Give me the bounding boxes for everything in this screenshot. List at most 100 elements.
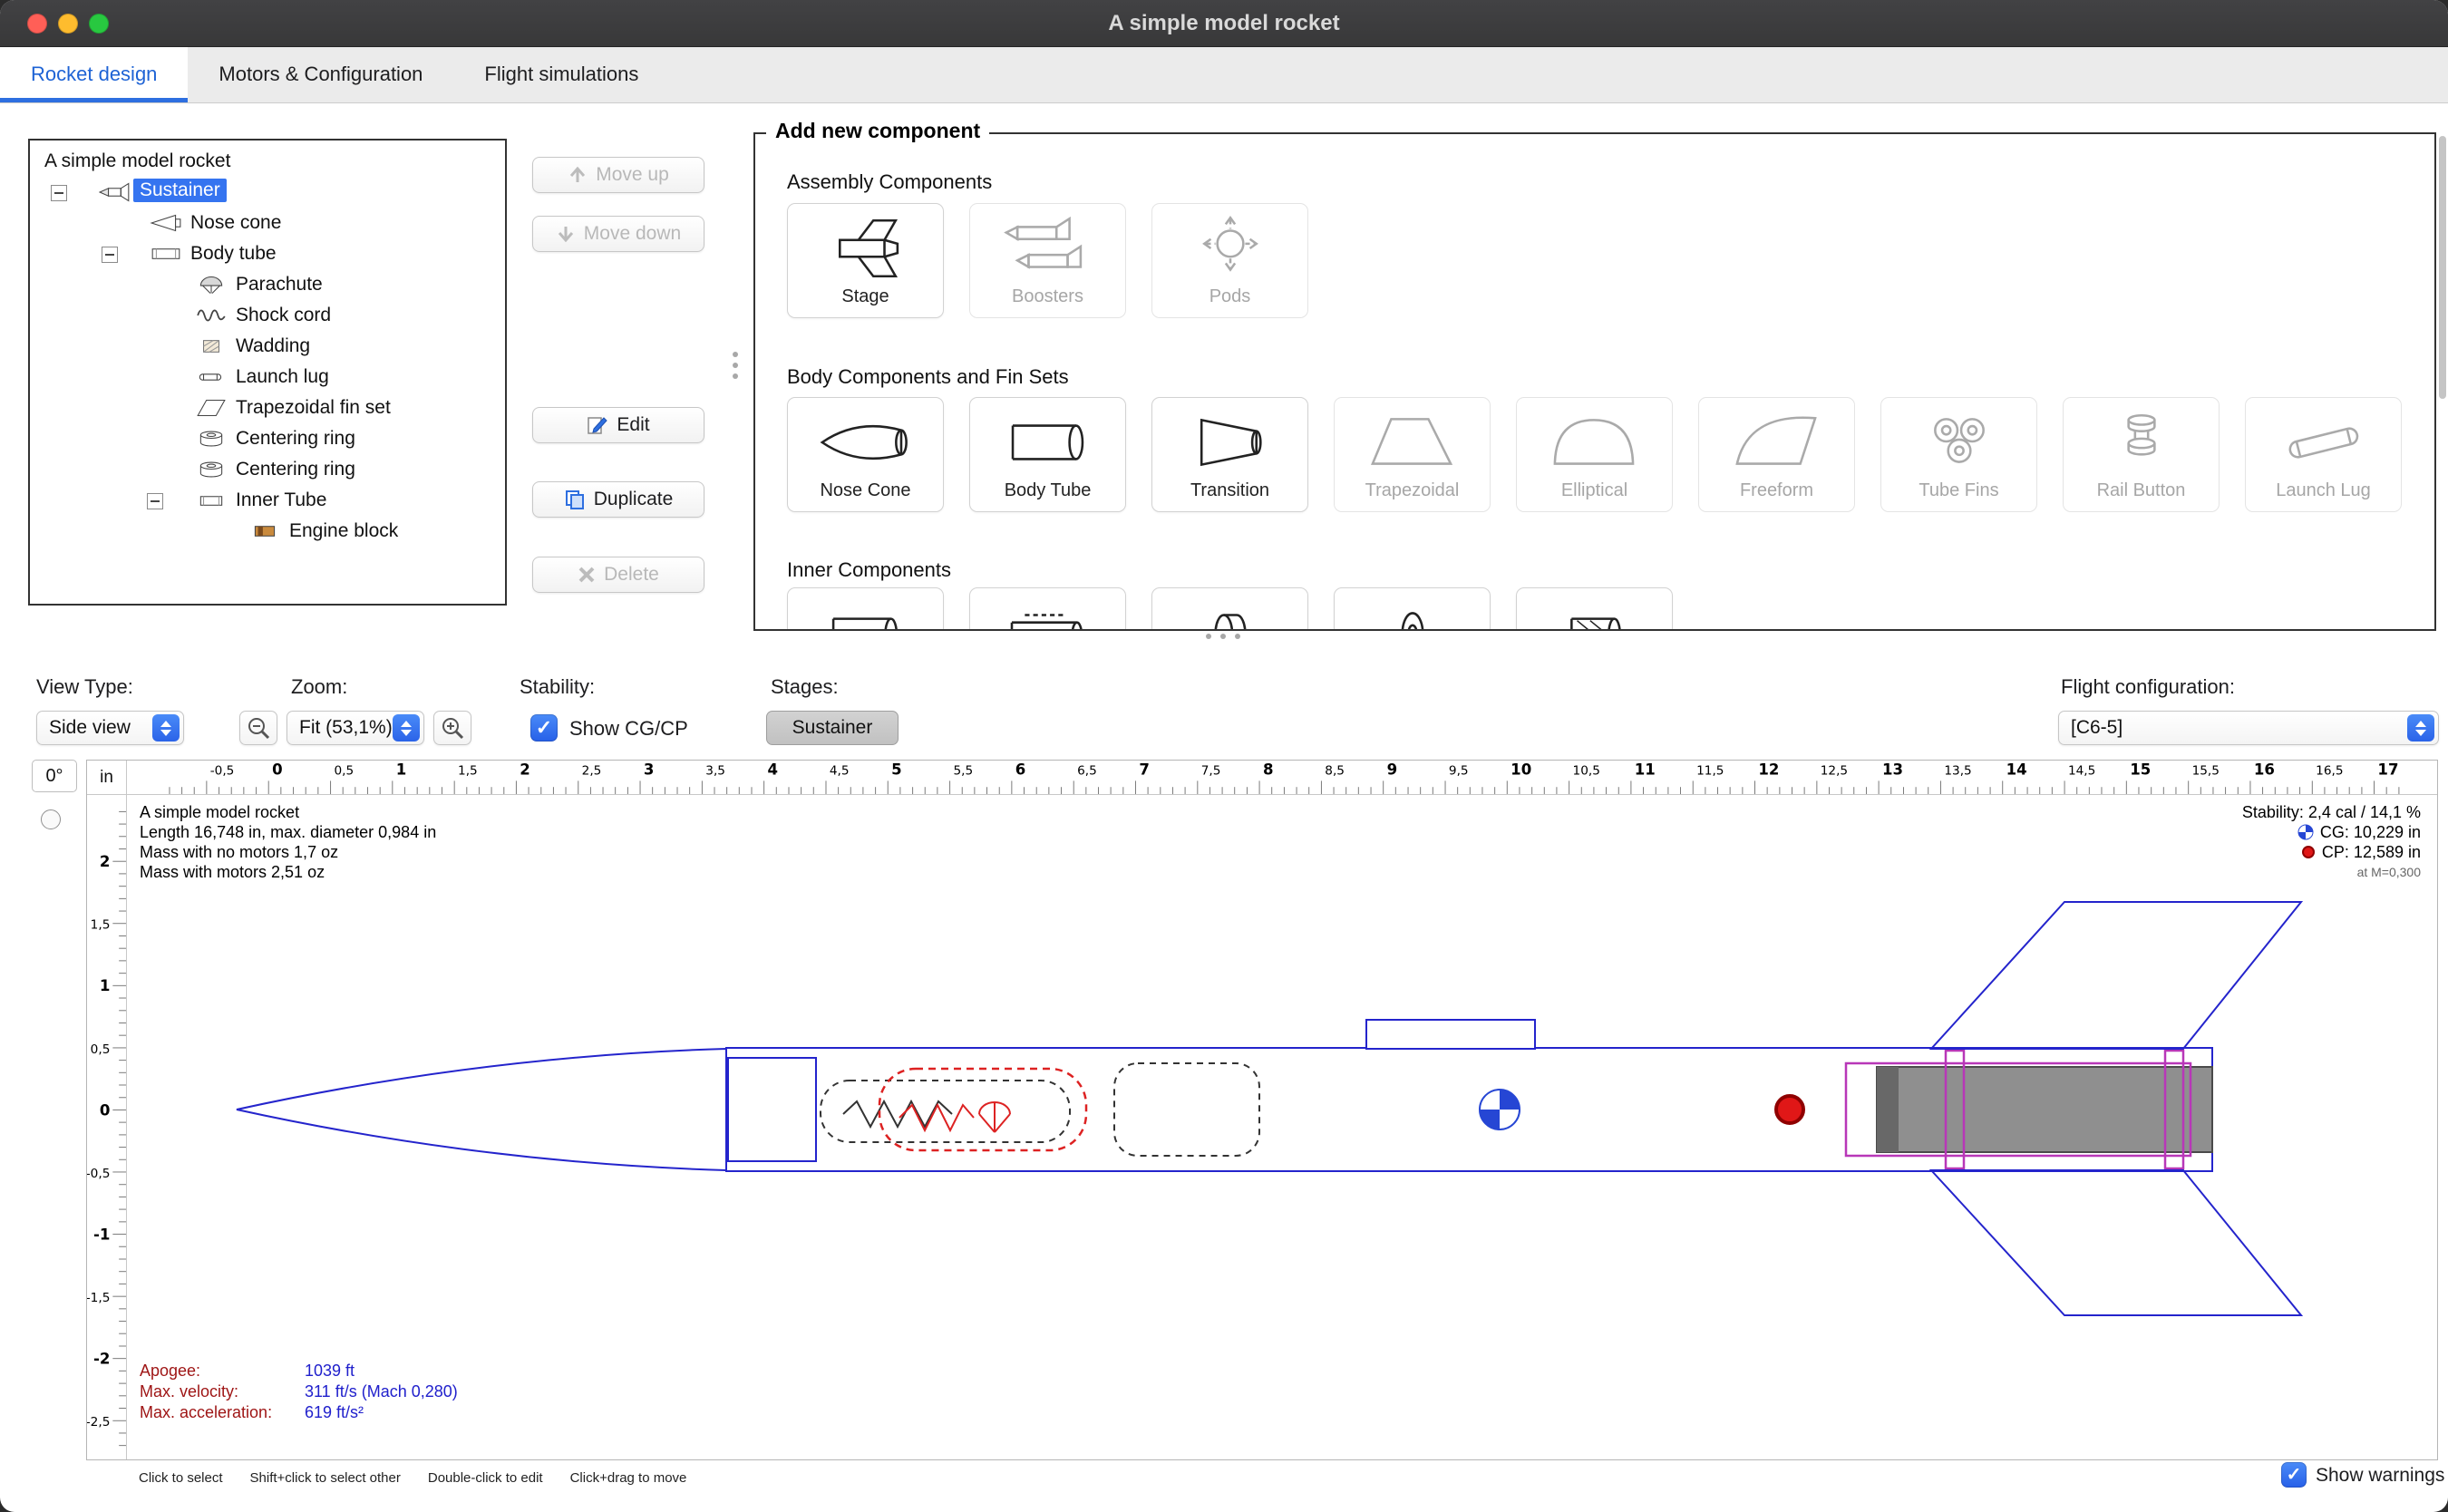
- svg-text:0: 0: [100, 1101, 111, 1119]
- svg-text:-1,5: -1,5: [87, 1291, 110, 1305]
- edit-button[interactable]: Edit: [532, 407, 704, 443]
- rotation-slider-knob[interactable]: [41, 809, 61, 829]
- tree-item-launch-lug[interactable]: Launch lug: [30, 363, 505, 393]
- tree-item-nose-cone[interactable]: Nose cone: [30, 208, 505, 239]
- vertical-splitter-grip[interactable]: [1206, 634, 1240, 639]
- interaction-hints: Click to selectShift+click to select oth…: [139, 1470, 686, 1486]
- application-window: A simple model rocket Rocket designMotor…: [0, 0, 2448, 1512]
- svg-text:3,5: 3,5: [705, 764, 725, 779]
- component-card-trapezoidal: Trapezoidal: [1334, 397, 1491, 512]
- nose-cone-shape[interactable]: [237, 1049, 726, 1170]
- centering-icon: [1359, 588, 1466, 631]
- collapse-expander-icon[interactable]: [147, 493, 163, 509]
- delete-x-icon: [578, 566, 596, 584]
- fin-lower-shape[interactable]: [1931, 1170, 2301, 1315]
- tree-item-trapezoidal-fin-set[interactable]: Trapezoidal fin set: [30, 393, 505, 424]
- svg-text:0: 0: [272, 761, 283, 779]
- svg-text:14: 14: [2006, 761, 2027, 779]
- fin-upper-shape[interactable]: [1931, 902, 2301, 1049]
- tubefins-icon: [1906, 398, 2013, 480]
- component-card-nose-cone[interactable]: Nose Cone: [787, 397, 944, 512]
- svg-text:7,5: 7,5: [1201, 764, 1221, 779]
- delete-button: Delete: [532, 557, 704, 593]
- component-card-inner-5[interactable]: [1516, 587, 1673, 631]
- arrow-down-icon: [556, 224, 576, 244]
- svg-text:1: 1: [100, 977, 111, 994]
- stability-info-block: Stability: 2,4 cal / 14,1 % CG: 10,229 i…: [2242, 802, 2421, 882]
- component-card-inner-1[interactable]: [787, 587, 944, 631]
- view-type-select[interactable]: Side view: [36, 711, 184, 745]
- collapse-expander-icon[interactable]: [102, 247, 118, 263]
- tab-rocket-design[interactable]: Rocket design: [0, 47, 188, 102]
- ruler-unit-label[interactable]: in: [87, 761, 127, 795]
- tab-flight-simulations[interactable]: Flight simulations: [453, 47, 669, 102]
- component-card-body-tube[interactable]: Body Tube: [969, 397, 1126, 512]
- tree-item-wadding[interactable]: Wadding: [30, 332, 505, 363]
- flight-stats: Apogee:1039 ftMax. velocity:311 ft/s (Ma…: [140, 1361, 458, 1423]
- flight-configuration-select[interactable]: [C6-5]: [2058, 711, 2439, 745]
- motor-shape[interactable]: [1877, 1067, 2212, 1152]
- duplicate-button[interactable]: Duplicate: [532, 481, 704, 518]
- tab-motors-configuration[interactable]: Motors & Configuration: [188, 47, 453, 102]
- show-cgcp-checkbox[interactable]: ✓: [530, 714, 558, 741]
- tree-item-body-tube[interactable]: Body tube: [30, 239, 505, 270]
- tree-item-label: Wadding: [236, 335, 310, 357]
- launch-lug-shape[interactable]: [1366, 1020, 1535, 1049]
- finset-icon: [195, 396, 228, 420]
- tree-item-engine-block[interactable]: Engine block: [30, 517, 505, 548]
- stage-toggle-sustainer[interactable]: Sustainer: [766, 711, 899, 745]
- group-label-body-components-and-fin-sets: Body Components and Fin Sets: [787, 365, 1069, 389]
- tree-item-centering-ring[interactable]: Centering ring: [30, 455, 505, 486]
- chevron-updown-icon: [2407, 714, 2434, 741]
- card-label: Trapezoidal: [1365, 480, 1460, 511]
- innertube-icon: [195, 489, 228, 512]
- zoom-in-button[interactable]: [433, 711, 471, 745]
- svg-text:6: 6: [1015, 761, 1026, 779]
- panel-splitter-grip[interactable]: [733, 346, 740, 384]
- horizontal-ruler: -0,500,511,522,533,544,555,566,577,588,5…: [127, 761, 2437, 795]
- show-warnings-checkbox[interactable]: ✓: [2281, 1462, 2307, 1488]
- component-card-stage[interactable]: Stage: [787, 203, 944, 318]
- elliptical-icon: [1541, 398, 1648, 480]
- tree-item-sustainer[interactable]: Sustainer: [30, 178, 505, 208]
- move-down-button: Move down: [532, 216, 704, 252]
- centering-icon: [195, 427, 228, 451]
- trapezoidal-icon: [1359, 398, 1466, 480]
- engineblock-icon: [248, 519, 281, 543]
- sleeve-icon: [995, 588, 1102, 631]
- tab-bar: Rocket designMotors & ConfigurationFligh…: [0, 47, 2448, 103]
- coupler-icon: [812, 588, 919, 631]
- component-card-inner-2[interactable]: [969, 587, 1126, 631]
- tree-item-a-simple-model-rocket[interactable]: A simple model rocket: [30, 147, 505, 178]
- stability-readout: Stability: 2,4 cal / 14,1 %: [2242, 802, 2421, 822]
- svg-text:3: 3: [644, 761, 655, 779]
- svg-text:13,5: 13,5: [1944, 764, 1971, 779]
- zoom-out-button[interactable]: [239, 711, 277, 745]
- card-label: Pods: [1209, 286, 1251, 317]
- edit-pencil-icon: [587, 414, 608, 436]
- component-card-inner-3[interactable]: [1151, 587, 1308, 631]
- component-card-inner-4[interactable]: [1334, 587, 1491, 631]
- card-label: Stage: [841, 286, 889, 317]
- add-component-title: Add new component: [766, 119, 989, 143]
- card-label: Rail Button: [2097, 480, 2186, 511]
- tree-item-parachute[interactable]: Parachute: [30, 270, 505, 301]
- palette-scrollbar[interactable]: [2439, 136, 2446, 399]
- svg-text:9,5: 9,5: [1449, 764, 1469, 779]
- svg-text:1: 1: [396, 761, 407, 779]
- parachute-icon: [195, 273, 228, 296]
- component-card-transition[interactable]: Transition: [1151, 397, 1308, 512]
- engine-block-shape[interactable]: [1877, 1067, 1899, 1152]
- tree-item-shock-cord[interactable]: Shock cord: [30, 301, 505, 332]
- zoom-select[interactable]: Fit (53,1%): [287, 711, 424, 745]
- svg-text:9: 9: [1387, 761, 1398, 779]
- collapse-expander-icon[interactable]: [51, 185, 67, 201]
- svg-text:13: 13: [1882, 761, 1903, 779]
- tree-item-centering-ring[interactable]: Centering ring: [30, 424, 505, 455]
- svg-text:16: 16: [2254, 761, 2275, 779]
- tree-item-label: Engine block: [289, 520, 398, 542]
- component-card-freeform: Freeform: [1698, 397, 1855, 512]
- rotation-angle-box[interactable]: 0°: [32, 760, 77, 792]
- component-card-pods: Pods: [1151, 203, 1308, 318]
- tree-item-inner-tube[interactable]: Inner Tube: [30, 486, 505, 517]
